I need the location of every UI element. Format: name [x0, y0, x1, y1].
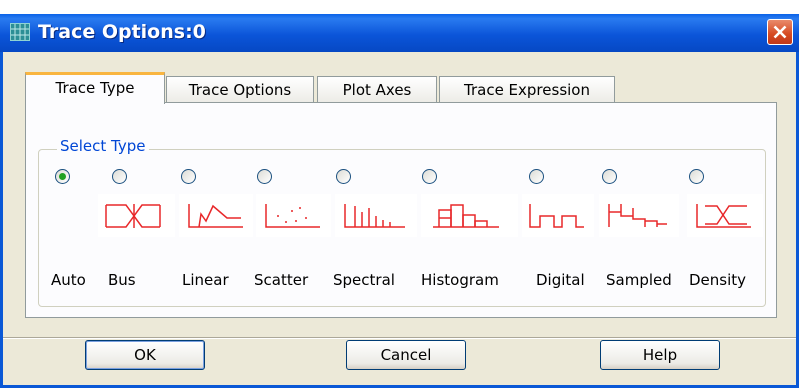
top-strip	[0, 0, 799, 14]
tab-trace-type[interactable]: Trace Type	[25, 72, 165, 104]
label-sampled: Sampled	[606, 271, 672, 289]
window-app-icon	[10, 23, 30, 41]
radio-bus[interactable]	[112, 169, 127, 184]
window-title: Trace Options:0	[38, 21, 206, 43]
separator-highlight	[3, 338, 796, 339]
radio-spectral[interactable]	[336, 169, 351, 184]
radio-auto[interactable]	[55, 169, 70, 184]
label-linear: Linear	[182, 271, 229, 289]
radio-histogram[interactable]	[422, 169, 437, 184]
label-auto: Auto	[51, 271, 86, 289]
radio-density[interactable]	[689, 169, 704, 184]
label-density: Density	[689, 271, 747, 289]
radio-linear[interactable]	[181, 169, 196, 184]
dialog-window: Trace Options:0 Trace Type Trace Options…	[0, 14, 799, 388]
histogram-trace-icon[interactable]	[421, 194, 518, 237]
close-icon	[773, 25, 787, 39]
tab-trace-options[interactable]: Trace Options	[166, 76, 314, 103]
sampled-trace-icon[interactable]	[599, 194, 679, 237]
ok-button[interactable]: OK	[85, 340, 205, 370]
close-button[interactable]	[767, 19, 793, 45]
cancel-button[interactable]: Cancel	[346, 340, 466, 370]
tab-trace-expression[interactable]: Trace Expression	[439, 76, 615, 103]
help-button[interactable]: Help	[600, 340, 720, 370]
tab-panel: Select Type Auto Bus Linear Scatter Spec…	[25, 102, 777, 318]
radio-digital[interactable]	[529, 169, 544, 184]
spectral-trace-icon[interactable]	[335, 194, 417, 237]
label-spectral: Spectral	[333, 271, 395, 289]
radio-scatter[interactable]	[257, 169, 272, 184]
tab-plot-axes[interactable]: Plot Axes	[317, 76, 437, 103]
bus-trace-icon[interactable]	[98, 194, 175, 237]
digital-trace-icon[interactable]	[522, 194, 594, 237]
radio-selected-dot	[59, 173, 66, 180]
radio-sampled[interactable]	[602, 169, 617, 184]
group-title: Select Type	[57, 137, 149, 155]
linear-trace-icon[interactable]	[179, 194, 253, 237]
title-bar[interactable]: Trace Options:0	[0, 14, 799, 52]
label-bus: Bus	[108, 271, 136, 289]
label-digital: Digital	[536, 271, 585, 289]
label-scatter: Scatter	[254, 271, 309, 289]
density-trace-icon[interactable]	[687, 194, 763, 237]
scatter-trace-icon[interactable]	[256, 194, 331, 237]
label-histogram: Histogram	[421, 271, 499, 289]
